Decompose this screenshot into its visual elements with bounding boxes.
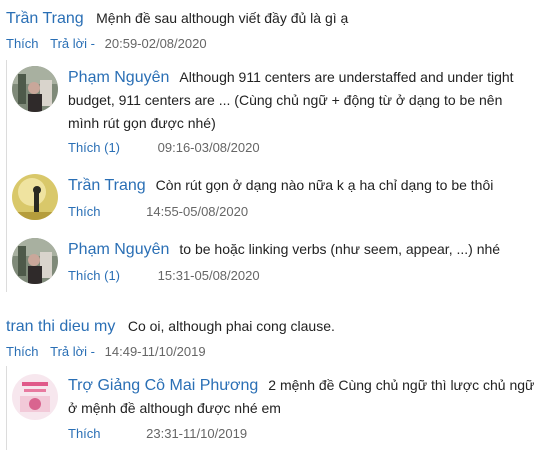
reply-timestamp: 09:16-03/08/2020 [157, 140, 260, 155]
reply-author[interactable]: Trần Trang [68, 177, 146, 194]
like-button[interactable]: Thích [68, 204, 101, 219]
like-button[interactable]: Thích [6, 36, 39, 51]
reply-text: Còn rút gọn ở dạng nào nữa k ạ ha chỉ dạ… [155, 177, 494, 193]
reply-item: Phạm Nguyên Although 911 centers are unde… [6, 66, 536, 162]
reply-item: Trần Trang Còn rút gọn ở dạng nào nữa k ạ… [6, 174, 536, 224]
avatar[interactable] [12, 174, 58, 220]
reply-item: Trợ Giảng Cô Mai Phương 2 mệnh đề Cùng ch… [6, 374, 536, 450]
reply-timestamp: 14:55-05/08/2020 [146, 204, 249, 219]
like-button[interactable]: Thích (1) [68, 268, 120, 283]
reply-author[interactable]: Phạm Nguyên [68, 69, 169, 86]
like-button[interactable]: Thích (1) [68, 140, 120, 155]
comment-text: Mệnh đề sau although viết đầy đủ là gì ạ [96, 10, 349, 26]
reply-timestamp: 15:31-05/08/2020 [157, 268, 260, 283]
comment-timestamp: 20:59-02/08/2020 [104, 36, 207, 51]
like-button[interactable]: Thích [6, 344, 39, 359]
comment-timestamp: 14:49-11/10/2019 [104, 344, 206, 359]
reply-author[interactable]: Trợ Giảng Cô Mai Phương [68, 377, 258, 394]
comment-author[interactable]: Trần Trang [6, 10, 84, 27]
avatar[interactable] [12, 374, 58, 420]
reply-button[interactable]: Trả lời - [50, 344, 95, 359]
avatar[interactable] [12, 66, 58, 112]
reply-item: Phạm Nguyên to be hoặc linking verbs (như… [6, 238, 536, 288]
reply-author[interactable]: Phạm Nguyên [68, 241, 169, 258]
comment-text: Co oi, although phai cong clause. [127, 318, 335, 334]
avatar[interactable] [12, 238, 58, 284]
comment-author[interactable]: tran thi dieu my [6, 318, 115, 335]
like-button[interactable]: Thích [68, 426, 101, 441]
reply-button[interactable]: Trả lời - [50, 36, 95, 51]
reply-timestamp: 23:31-11/10/2019 [146, 426, 248, 441]
reply-text: to be hoặc linking verbs (như seem, appe… [179, 241, 501, 257]
